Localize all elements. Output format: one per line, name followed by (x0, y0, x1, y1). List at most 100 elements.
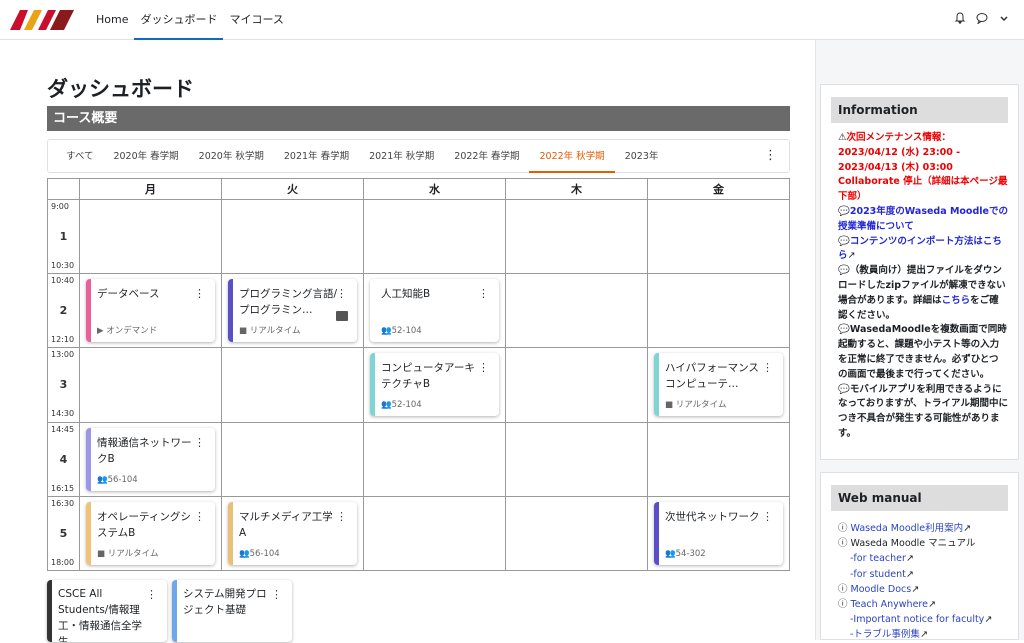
external-link-icon: ↗ (911, 583, 920, 595)
kebab-icon[interactable]: ⋮ (146, 588, 157, 601)
course-name: データベース (97, 288, 160, 301)
tab-2023[interactable]: 2023年 (615, 140, 669, 173)
kebab-icon[interactable]: ⋮ (271, 588, 282, 601)
timetable: 月 火 水 木 金 9:00 1 10:30 10:40 2 12:10 データベース ⋮… (47, 178, 790, 572)
chat-icon: 💬 (838, 324, 850, 336)
course-card[interactable]: オペレーティングシステムB ⋮ ■ リアルタイム (86, 501, 215, 565)
tab-2021-fall[interactable]: 2021年 秋学期 (359, 140, 444, 173)
tab-all[interactable]: すべて (56, 140, 103, 173)
info-item: 💬（教員向け）提出ファイルをダウンロードしたzipファイルが解凍できない場合があ… (838, 265, 1006, 321)
manual-item: -for student↗ (850, 568, 914, 580)
course-name: システム開発プロジェクト基礎 (183, 588, 267, 616)
chat-icon: 💬 (838, 205, 850, 217)
primary-nav: Home ダッシュボード マイコース (90, 0, 290, 40)
period-4: 14:45 4 16:15 (51, 424, 75, 493)
web-manual-block: Web manual ⓘ Waseda Moodle利用案内↗ ⓘ Waseda… (820, 472, 1019, 640)
tab-2022-fall[interactable]: 2022年 秋学期 (529, 140, 615, 173)
kebab-icon[interactable]: ⋮ (478, 287, 489, 300)
course-name: 次世代ネットワーク (665, 510, 760, 523)
information-block: Information ⚠次回メンテナンス情報：2023/04/12 (水) 2… (820, 84, 1019, 460)
warning-icon: ⚠ (838, 132, 847, 143)
period-1: 9:00 1 10:30 (51, 202, 75, 270)
manual-item: -Important notice for faculty↗ (850, 614, 993, 626)
users-icon: 👥 (97, 474, 108, 485)
course-name: コンピュータアーキテクチャB (381, 362, 475, 391)
info-item: 💬モバイルアプリを利用できるようになっておりますが、トライアル期間中につき不具合… (838, 383, 1008, 439)
kebab-icon[interactable]: ⋮ (336, 287, 347, 300)
info-item: 💬コンテンツのインポート方法はこちら↗ (838, 235, 1002, 262)
extra-course-card[interactable]: システム開発プロジェクト基礎 ⋮ (172, 580, 292, 642)
nav-dashboard[interactable]: ダッシュボード (134, 0, 224, 40)
course-card[interactable]: データベース ⋮ ▶ オンデマンド (86, 279, 215, 343)
external-link-icon: ↗ (847, 250, 856, 262)
camera-icon: ■ (239, 326, 250, 337)
course-name: オペレーティングシステムB (97, 510, 191, 539)
info-item: ⚠次回メンテナンス情報：2023/04/12 (水) 23:00 - 2023/… (838, 132, 1008, 203)
course-card[interactable]: 人工知能B ⋮ 👥52-104 (370, 279, 499, 343)
info-item: 💬WasedaMoodleを複数画面で同時起動すると、課題や小テスト等の入力を正… (838, 324, 1007, 380)
kebab-icon[interactable]: ⋮ (762, 510, 773, 523)
day-header: 水 (363, 178, 506, 200)
users-icon: 👥 (665, 548, 676, 559)
external-link-icon: ↗ (927, 599, 936, 611)
period-2: 10:40 2 12:10 (51, 276, 75, 345)
day-header: 金 (647, 178, 790, 200)
course-overview-header: コース概要 (47, 106, 790, 131)
users-icon: 👥 (381, 326, 392, 337)
page-title: ダッシュボード (47, 77, 194, 101)
tab-2021-spring[interactable]: 2021年 春学期 (274, 140, 359, 173)
web-manual-list: ⓘ Waseda Moodle利用案内↗ ⓘ Waseda Moodle マニュ… (821, 511, 1018, 643)
block-title: Information (831, 97, 1008, 123)
more-options-icon[interactable]: ⋮ (764, 148, 777, 163)
chevron-down-icon[interactable] (998, 12, 1010, 24)
camera-icon: ■ (97, 548, 108, 559)
external-link-icon: ↗ (963, 523, 972, 534)
tab-2020-spring[interactable]: 2020年 春学期 (103, 140, 188, 173)
kebab-icon[interactable]: ⋮ (336, 510, 347, 523)
video-icon: ▶ (97, 326, 107, 337)
help-icon: ⓘ (838, 538, 851, 550)
tab-2022-spring[interactable]: 2022年 春学期 (444, 140, 529, 173)
user-menu (954, 12, 1010, 24)
course-name: 人工知能B (381, 288, 431, 301)
help-icon: ⓘ (838, 523, 851, 534)
manual-item: -トラブル事例集↗ (850, 629, 928, 641)
information-content: ⚠次回メンテナンス情報：2023/04/12 (水) 23:00 - 2023/… (821, 123, 1018, 442)
chat-icon: 💬 (838, 383, 850, 395)
chat-icon: 💬 (838, 235, 850, 247)
kebab-icon[interactable]: ⋮ (762, 361, 773, 374)
external-link-icon: ↗ (905, 553, 914, 565)
course-card[interactable]: 情報通信ネットワークB ⋮ 👥56-104 (86, 427, 215, 491)
course-card[interactable]: プログラミング言語/プログラミン… ⋮ ■ リアルタイム (228, 279, 357, 343)
kebab-icon[interactable]: ⋮ (194, 287, 205, 300)
users-icon: 👥 (239, 548, 250, 559)
course-name: ハイパフォーマンスコンピューテ… (665, 362, 759, 391)
course-card[interactable]: 次世代ネットワーク ⋮ 👥54-302 (654, 501, 783, 565)
extra-course-card[interactable]: CSCE All Students/情報理工・情報通信全学生 ⋮ (47, 580, 167, 642)
block-title: Web manual (831, 485, 1008, 511)
site-logo[interactable] (10, 10, 74, 30)
top-navbar: Home ダッシュボード マイコース (0, 0, 1024, 40)
help-icon: ⓘ (838, 599, 851, 611)
kebab-icon[interactable]: ⋮ (194, 510, 205, 523)
manual-item: ⓘ Teach Anywhere↗ (838, 599, 936, 611)
kebab-icon[interactable]: ⋮ (478, 361, 489, 374)
chat-icon[interactable] (976, 12, 988, 24)
course-name: CSCE All Students/情報理工・情報通信全学生 (58, 588, 142, 642)
course-name: マルチメディア工学A (239, 510, 333, 539)
external-link-icon: ↗ (905, 568, 914, 580)
period-3: 13:00 3 14:30 (51, 350, 75, 419)
period-5: 16:30 5 18:00 (51, 498, 75, 567)
bell-icon[interactable] (954, 12, 966, 24)
course-card[interactable]: コンピュータアーキテクチャB ⋮ 👥52-104 (370, 353, 499, 417)
nav-home[interactable]: Home (90, 0, 134, 40)
chat-icon: 💬 (838, 265, 850, 277)
term-tabs: すべて 2020年 春学期 2020年 秋学期 2021年 春学期 2021年 … (47, 139, 790, 173)
course-card[interactable]: ハイパフォーマンスコンピューテ… ⋮ ■ リアルタイム (654, 353, 783, 417)
users-icon: 👥 (381, 400, 392, 411)
nav-my-courses[interactable]: マイコース (223, 0, 289, 40)
course-card[interactable]: マルチメディア工学A ⋮ 👥56-104 (228, 501, 357, 565)
folder-icon (336, 311, 348, 322)
kebab-icon[interactable]: ⋮ (194, 436, 205, 449)
tab-2020-fall[interactable]: 2020年 秋学期 (189, 140, 274, 173)
